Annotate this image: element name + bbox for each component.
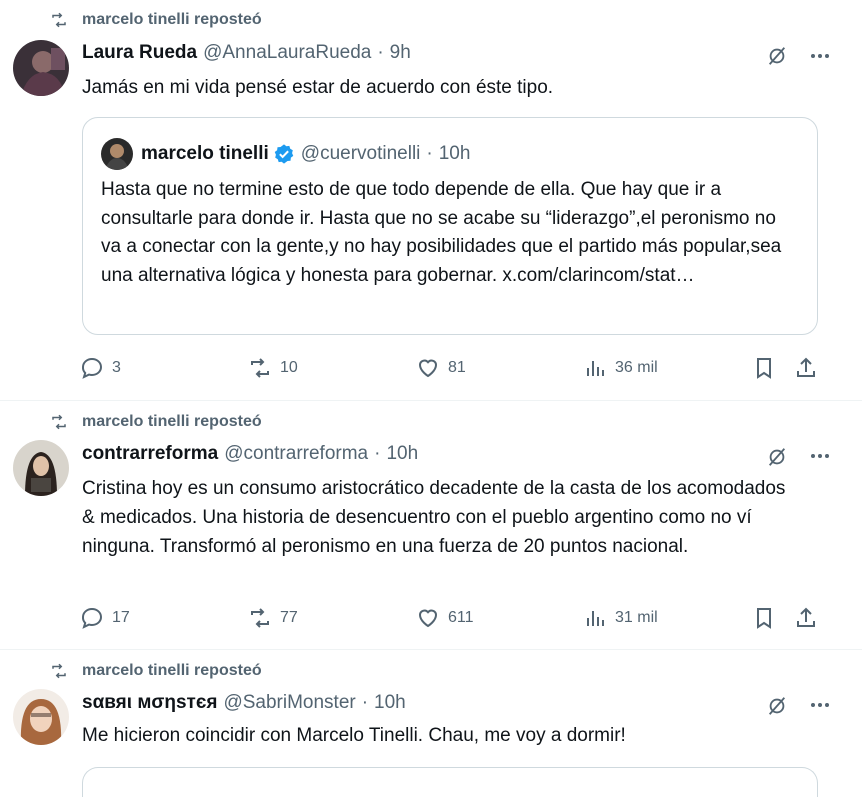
repost-icon bbox=[52, 414, 66, 430]
views-icon bbox=[587, 361, 604, 376]
avatar[interactable] bbox=[13, 40, 69, 96]
quoted-tweet[interactable]: marcelo tinelli @cuervotinelli · 10h Has… bbox=[82, 117, 818, 335]
repost-icon bbox=[251, 608, 269, 628]
grok-icon[interactable] bbox=[766, 695, 788, 717]
repost-indicator[interactable]: marcelo tinelli reposteó bbox=[50, 9, 262, 31]
timestamp[interactable]: 9h bbox=[390, 42, 411, 64]
separator-dot: · bbox=[361, 692, 369, 713]
repost-indicator[interactable]: marcelo tinelli reposteó bbox=[50, 660, 262, 682]
separator-dot: · bbox=[377, 42, 384, 63]
reply-icon bbox=[82, 607, 103, 629]
tweet-text: Me hicieron coincidir con Marcelo Tinell… bbox=[82, 725, 626, 746]
quoted-avatar bbox=[101, 138, 133, 170]
timestamp[interactable]: 10h bbox=[386, 443, 418, 465]
quoted-text: Hasta que no termine esto de que todo de… bbox=[101, 179, 782, 286]
like-icon bbox=[418, 609, 438, 628]
views-button[interactable]: 31 mil bbox=[583, 603, 658, 633]
share-icon[interactable] bbox=[794, 606, 818, 630]
avatar[interactable] bbox=[13, 440, 69, 496]
quoted-tweet[interactable] bbox=[82, 767, 818, 797]
quoted-author-handle: @cuervotinelli bbox=[300, 143, 421, 164]
tweet-2[interactable]: marcelo tinelli reposteó contrarreforma … bbox=[0, 401, 862, 649]
bookmark-icon[interactable] bbox=[752, 606, 776, 630]
like-count: 611 bbox=[448, 609, 474, 626]
repost-label: marcelo tinelli reposteó bbox=[82, 11, 262, 28]
repost-button[interactable]: 10 bbox=[248, 353, 298, 383]
views-count: 36 mil bbox=[615, 359, 658, 376]
author-handle[interactable]: @AnnaLauraRueda bbox=[203, 42, 371, 64]
repost-count: 10 bbox=[280, 359, 298, 376]
author-name[interactable]: Laura Rueda bbox=[82, 42, 197, 64]
author-handle[interactable]: @SabriMonster bbox=[223, 692, 355, 714]
author-name[interactable]: contrarreforma bbox=[82, 443, 218, 465]
grok-icon[interactable] bbox=[766, 446, 788, 468]
repost-icon bbox=[52, 12, 66, 28]
like-icon bbox=[418, 359, 438, 378]
repost-count: 77 bbox=[280, 609, 298, 626]
quoted-author-name: marcelo tinelli bbox=[141, 143, 269, 164]
action-bar: 3 10 81 36 mil bbox=[80, 353, 820, 383]
repost-icon bbox=[251, 358, 269, 378]
author-handle[interactable]: @contrarreforma bbox=[224, 443, 368, 465]
tweet-1[interactable]: marcelo tinelli reposteó Laura Rueda @An… bbox=[0, 0, 862, 400]
views-icon bbox=[587, 611, 604, 626]
verified-badge-icon bbox=[274, 144, 294, 164]
repost-indicator[interactable]: marcelo tinelli reposteó bbox=[50, 411, 262, 433]
quoted-timestamp: 10h bbox=[438, 143, 471, 164]
reply-count: 17 bbox=[112, 609, 130, 626]
tweet-text: Cristina hoy es un consumo aristocrático… bbox=[82, 478, 786, 557]
tweet-text: Jamás en mi vida pensé estar de acuerdo … bbox=[82, 77, 554, 98]
like-button[interactable]: 611 bbox=[416, 603, 474, 633]
tweet-3[interactable]: marcelo tinelli reposteó ѕαвяι мσηѕтєя @… bbox=[0, 650, 862, 797]
repost-button[interactable]: 77 bbox=[248, 603, 298, 633]
more-icon[interactable] bbox=[808, 44, 832, 68]
timestamp[interactable]: 10h bbox=[374, 692, 406, 714]
views-button[interactable]: 36 mil bbox=[583, 353, 658, 383]
like-button[interactable]: 81 bbox=[416, 353, 466, 383]
grok-icon[interactable] bbox=[766, 45, 788, 67]
views-count: 31 mil bbox=[615, 609, 658, 626]
more-icon[interactable] bbox=[808, 693, 832, 717]
like-count: 81 bbox=[448, 359, 466, 376]
reply-count: 3 bbox=[112, 359, 121, 376]
repost-icon bbox=[52, 663, 66, 679]
avatar[interactable] bbox=[13, 689, 69, 745]
separator-dot: · bbox=[426, 143, 433, 164]
more-icon[interactable] bbox=[808, 444, 832, 468]
reply-button[interactable]: 17 bbox=[80, 603, 130, 633]
separator-dot: · bbox=[374, 443, 381, 464]
repost-label: marcelo tinelli reposteó bbox=[82, 413, 262, 430]
repost-label: marcelo tinelli reposteó bbox=[82, 662, 262, 679]
author-name[interactable]: ѕαвяι мσηѕтєя bbox=[82, 692, 217, 714]
reply-button[interactable]: 3 bbox=[80, 353, 121, 383]
share-icon[interactable] bbox=[794, 356, 818, 380]
reply-icon bbox=[82, 357, 103, 379]
bookmark-icon[interactable] bbox=[752, 356, 776, 380]
action-bar: 17 77 611 31 mil bbox=[80, 603, 820, 633]
